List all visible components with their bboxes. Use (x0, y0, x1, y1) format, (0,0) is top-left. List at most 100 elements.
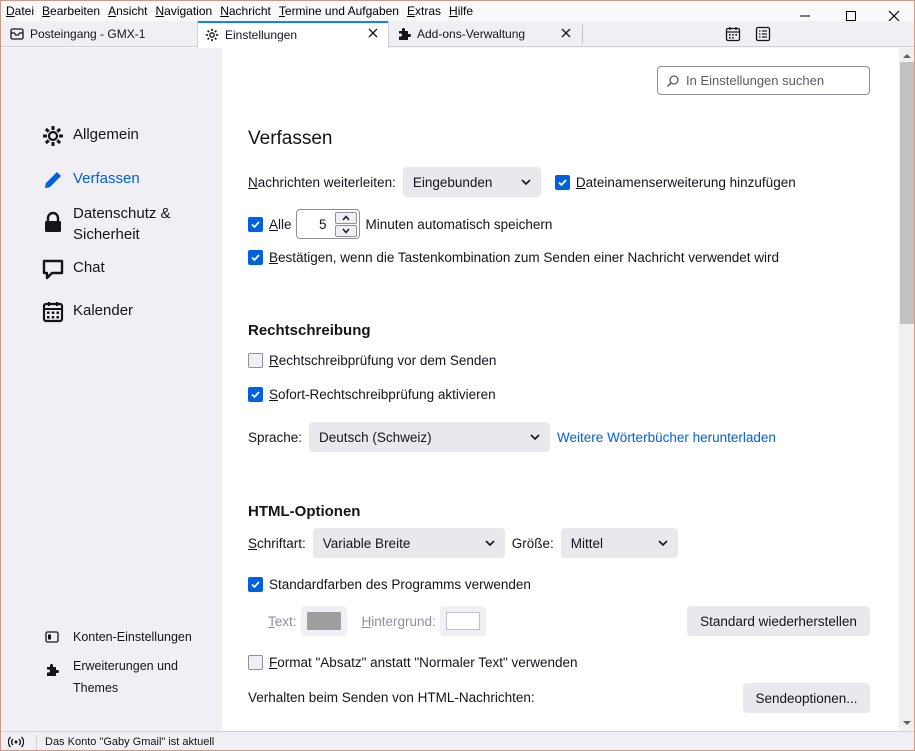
vertical-scrollbar[interactable] (899, 48, 914, 731)
checkmark-icon (251, 254, 260, 262)
tab-label: Posteingang - GMX-1 (30, 27, 146, 41)
gear-icon (43, 126, 63, 146)
chevron-down-icon (341, 228, 350, 234)
menu-hilfe[interactable]: Hilfe (449, 4, 473, 18)
settings-content: In Einstellungen suchen Verfassen Nachri… (222, 48, 899, 731)
puzzle-icon (47, 664, 59, 676)
scroll-up-icon[interactable] (903, 52, 911, 60)
pencil-icon (45, 172, 61, 188)
background-color-swatch (445, 612, 480, 630)
background-color-picker[interactable] (439, 606, 486, 636)
search-icon (666, 74, 679, 87)
menu-extras[interactable]: Extras (407, 4, 441, 18)
section-title-verfassen: Verfassen (248, 128, 333, 149)
online-status-icon[interactable] (8, 736, 24, 748)
tab-inbox[interactable]: Posteingang - GMX-1 (1, 21, 197, 47)
close-tab-icon[interactable] (559, 26, 573, 40)
menu-nachricht[interactable]: Nachricht (220, 4, 271, 18)
stepper-up-button[interactable] (334, 212, 357, 224)
sidebar-footer-label: Konten-Einstellungen (73, 630, 192, 644)
sidebar-item-label: Datenschutz & (73, 205, 171, 222)
default-colors-row: Standardfarben des Programms verwenden (248, 577, 531, 592)
sidebar-item-kalender[interactable]: Kalender (41, 300, 133, 324)
chevron-up-icon (341, 215, 350, 221)
menu-termine[interactable]: Termine und Aufgaben (279, 4, 399, 18)
sidebar-item-datenschutz[interactable]: Datenschutz & Sicherheit (41, 203, 171, 245)
close-tab-icon[interactable] (366, 26, 380, 40)
menu-bearbeiten[interactable]: Bearbeiten (42, 4, 100, 18)
text-color-picker[interactable] (300, 606, 347, 636)
chevron-down-icon (530, 434, 540, 441)
gear-icon (205, 28, 219, 41)
restore-defaults-button[interactable]: Standard wiederherstellen (687, 606, 870, 636)
app-window: Datei Bearbeiten Ansicht Navigation Nach… (0, 0, 915, 751)
send-behavior-label: Verhalten beim Senden von HTML-Nachricht… (248, 690, 535, 705)
status-divider (36, 734, 37, 750)
sidebar-item-verfassen[interactable]: Verfassen (41, 168, 140, 192)
colors-row: Text: Hintergrund: (268, 606, 501, 636)
size-select[interactable]: Mittel (560, 528, 678, 558)
send-options-button[interactable]: Sendeoptionen... (743, 683, 870, 713)
sidebar-footer-label-line2: Themes (73, 681, 119, 695)
sidebar-item-label: Verfassen (73, 170, 140, 187)
menu-navigation[interactable]: Navigation (155, 4, 212, 18)
scrollbar-thumb[interactable] (900, 62, 914, 324)
language-row: Sprache: Deutsch (Schweiz) Weitere Wörte… (248, 422, 776, 452)
tab-strip: Posteingang - GMX-1 Einstellungen Add-on… (1, 21, 914, 48)
section-title-spelling: Rechtschreibung (248, 322, 371, 339)
autosave-prefix: Alle (269, 216, 292, 232)
background-color-label: Hintergrund: (361, 613, 436, 629)
font-row: Schriftart: Variable Breite Größe: Mitte… (248, 528, 678, 558)
tab-settings[interactable]: Einstellungen (197, 21, 389, 48)
checkmark-icon (251, 220, 260, 228)
sidebar-item-allgemein[interactable]: Allgemein (41, 124, 139, 148)
autosave-checkbox[interactable] (248, 216, 263, 232)
extension-checkbox[interactable] (554, 174, 570, 190)
size-label: Größe: (511, 535, 554, 551)
status-bar: Das Konto "Gaby Gmail" ist aktuell (1, 731, 914, 750)
sidebar-account-settings[interactable]: Konten-Einstellungen (45, 626, 192, 648)
forward-select[interactable]: Eingebunden (402, 167, 541, 197)
autosave-suffix: Minuten automatisch speichern (365, 216, 553, 232)
tab-addons[interactable]: Add-ons-Verwaltung (389, 21, 581, 47)
chevron-down-icon (658, 540, 668, 547)
autosave-minutes-value: 5 (319, 216, 327, 232)
language-select[interactable]: Deutsch (Schweiz) (309, 422, 551, 452)
more-dictionaries-link[interactable]: Weitere Wörterbücher herunterladen (557, 430, 776, 445)
menu-bar: Datei Bearbeiten Ansicht Navigation Nach… (1, 1, 761, 21)
paragraph-format-label: Format "Absatz" anstatt "Normaler Text" … (269, 655, 578, 670)
scroll-down-icon[interactable] (903, 719, 911, 727)
checkmark-icon (558, 178, 567, 186)
menu-datei[interactable]: Datei (6, 4, 34, 18)
status-text: Das Konto "Gaby Gmail" ist aktuell (45, 736, 215, 748)
account-icon (45, 631, 59, 643)
chevron-down-icon (485, 540, 495, 547)
confirm-shortcut-checkbox[interactable] (248, 250, 263, 265)
font-label: Schriftart: (248, 535, 306, 551)
tab-label: Einstellungen (225, 27, 298, 42)
instant-spellcheck-checkbox[interactable] (248, 387, 263, 402)
sidebar-item-chat[interactable]: Chat (41, 257, 105, 281)
extension-label: Dateinamenserweiterung hinzufügen (575, 174, 796, 190)
checkmark-icon (251, 391, 260, 399)
checkmark-icon (251, 581, 260, 589)
autosave-minutes-stepper[interactable]: 5 (295, 209, 360, 239)
tasks-toolbar-icon[interactable] (754, 25, 772, 43)
default-colors-checkbox[interactable] (248, 577, 263, 592)
search-input[interactable]: In Einstellungen suchen (657, 66, 870, 95)
forward-row: Nachrichten weiterleiten: Eingebunden Da… (248, 167, 796, 197)
calendar-toolbar-icon[interactable] (724, 25, 742, 43)
text-color-swatch (306, 612, 341, 630)
section-title-html-options: HTML-Optionen (248, 503, 361, 520)
paragraph-format-checkbox[interactable] (248, 655, 263, 670)
stepper-down-button[interactable] (334, 225, 357, 237)
sidebar-addons-themes[interactable]: Erweiterungen und Themes (45, 655, 178, 699)
sidebar-footer-label: Erweiterungen und (73, 659, 178, 673)
sidebar-item-label-line2: Sicherheit (73, 226, 140, 243)
font-select[interactable]: Variable Breite (312, 528, 505, 558)
spellcheck-before-send-checkbox[interactable] (248, 353, 263, 368)
calendar-icon (42, 302, 64, 323)
paragraph-format-row: Format "Absatz" anstatt "Normaler Text" … (248, 655, 578, 670)
menu-ansicht[interactable]: Ansicht (108, 4, 147, 18)
instant-spellcheck-row: Sofort-Rechtschreibprüfung aktivieren (248, 387, 496, 402)
